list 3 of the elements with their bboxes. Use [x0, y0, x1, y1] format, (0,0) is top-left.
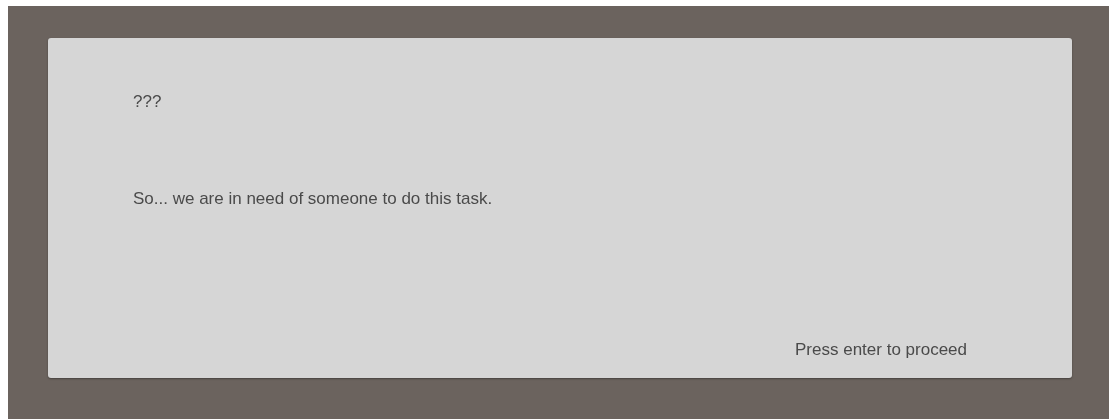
speaker-name: ???	[133, 91, 162, 113]
continue-prompt: Press enter to proceed	[795, 339, 967, 361]
dialog-message: So... we are in need of someone to do this task.	[133, 188, 493, 210]
